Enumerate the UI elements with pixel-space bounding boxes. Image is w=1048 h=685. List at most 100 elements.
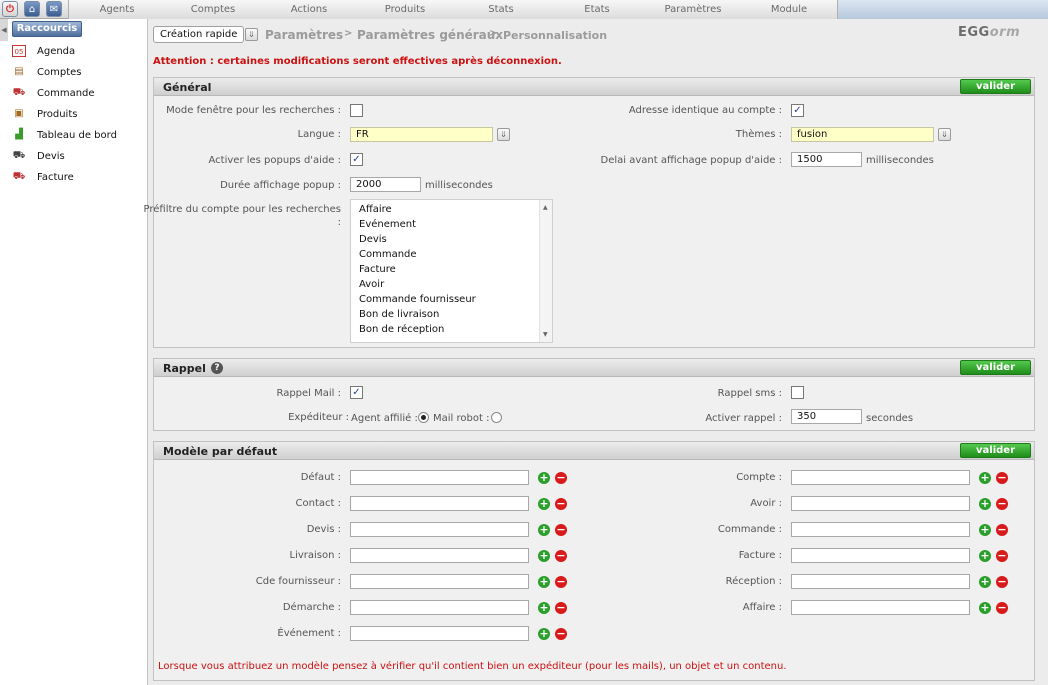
sidebar-item-comptes[interactable]: ▤ Comptes <box>12 63 81 81</box>
add-icon[interactable]: + <box>538 498 550 510</box>
sidebar-item-devis[interactable]: ⛟ Devis <box>12 147 65 165</box>
remove-icon[interactable]: − <box>996 550 1008 562</box>
activate-reminder-input[interactable]: 350 <box>791 409 862 424</box>
template-reception-field[interactable] <box>791 574 970 589</box>
help-icon[interactable]: ? <box>211 362 223 374</box>
template-affaire-field[interactable] <box>791 600 970 615</box>
menu-comptes[interactable]: Comptes <box>165 0 261 19</box>
list-item[interactable]: Bon de réception <box>359 324 444 335</box>
list-item[interactable]: Commande <box>359 249 417 260</box>
template-devis-field[interactable] <box>350 522 529 537</box>
list-item[interactable]: Avoir <box>359 279 384 290</box>
menu-actions[interactable]: Actions <box>261 0 357 19</box>
power-icon[interactable]: ⏻ <box>2 1 18 17</box>
remove-icon[interactable]: − <box>996 472 1008 484</box>
scroll-down-icon[interactable]: ▼ <box>543 331 548 338</box>
templates-validate-button[interactable]: valider <box>960 443 1031 458</box>
mail-icon[interactable]: ✉ <box>46 1 62 17</box>
menu-etats[interactable]: Etats <box>549 0 645 19</box>
menu-stats[interactable]: Stats <box>453 0 549 19</box>
template-defaut-field[interactable] <box>350 470 529 485</box>
scroll-up-icon[interactable]: ▲ <box>543 204 548 211</box>
sidebar-item-commande[interactable]: ⛟ Commande <box>12 84 95 102</box>
remove-icon[interactable]: − <box>555 550 567 562</box>
mail-reminder-checkbox[interactable]: ✓ <box>350 386 363 399</box>
template-demarche-field[interactable] <box>350 600 529 615</box>
language-select[interactable]: FR <box>350 127 493 142</box>
add-icon[interactable]: + <box>979 576 991 588</box>
home-icon[interactable]: ⌂ <box>24 1 40 17</box>
themes-select[interactable]: fusion <box>791 127 934 142</box>
robot-radio[interactable] <box>491 412 502 423</box>
template-cde-fournisseur-field[interactable] <box>350 574 529 589</box>
add-icon[interactable]: + <box>979 602 991 614</box>
remove-icon[interactable]: − <box>555 602 567 614</box>
template-facture-field[interactable] <box>791 548 970 563</box>
template-commande-field[interactable] <box>791 522 970 537</box>
add-icon[interactable]: + <box>538 602 550 614</box>
list-item[interactable]: Commande fournisseur <box>359 294 476 305</box>
search-window-checkbox[interactable] <box>350 104 363 117</box>
add-icon[interactable]: + <box>979 472 991 484</box>
add-icon[interactable]: + <box>538 472 550 484</box>
list-item[interactable]: Facture <box>359 264 396 275</box>
list-item[interactable]: Bon de livraison <box>359 309 439 320</box>
popup-delay-input[interactable]: 1500 <box>791 152 862 167</box>
sidebar-item-label: Facture <box>37 171 74 183</box>
remove-icon[interactable]: − <box>996 524 1008 536</box>
add-icon[interactable]: + <box>538 524 550 536</box>
sms-reminder-checkbox[interactable] <box>791 386 804 399</box>
mail-reminder-label: Rappel Mail : <box>276 388 341 399</box>
help-popups-checkbox[interactable]: ✓ <box>350 153 363 166</box>
remove-icon[interactable]: − <box>555 498 567 510</box>
menu-module[interactable]: Module <box>741 0 837 19</box>
breadcrumb-parametres[interactable]: Paramètres <box>265 28 343 42</box>
add-icon[interactable]: + <box>979 498 991 510</box>
menu-agents[interactable]: Agents <box>69 0 165 19</box>
menu-produits[interactable]: Produits <box>357 0 453 19</box>
same-address-checkbox[interactable]: ✓ <box>791 104 804 117</box>
list-item[interactable]: Affaire <box>359 204 392 215</box>
add-icon[interactable]: + <box>538 576 550 588</box>
add-icon[interactable]: + <box>979 550 991 562</box>
sidebar-item-facture[interactable]: ⛟ Facture <box>12 168 74 186</box>
template-facture-label: Facture : <box>738 550 782 561</box>
listbox-scrollbar[interactable]: ▲ ▼ <box>539 200 552 342</box>
prefilter-listbox[interactable]: Affaire Evénement Devis Commande Facture… <box>350 199 553 343</box>
remove-icon[interactable]: − <box>555 472 567 484</box>
main-menu: Agents Comptes Actions Produits Stats Et… <box>68 0 838 19</box>
language-dropdown-icon[interactable]: ⇓ <box>497 128 510 141</box>
themes-dropdown-icon[interactable]: ⇓ <box>938 128 951 141</box>
remove-icon[interactable]: − <box>555 524 567 536</box>
menu-parametres[interactable]: Paramètres <box>645 0 741 19</box>
general-panel: Général valider Mode fenêtre pour les re… <box>144 77 1035 348</box>
remove-icon[interactable]: − <box>555 576 567 588</box>
list-item[interactable]: Devis <box>359 234 387 245</box>
quick-create-button[interactable]: Création rapide <box>153 26 245 43</box>
sidebar-item-produits[interactable]: ▣ Produits <box>12 105 77 123</box>
sidebar-item-agenda[interactable]: 05 Agenda <box>12 42 75 60</box>
general-validate-button[interactable]: valider <box>960 79 1031 94</box>
breadcrumb-parametres-generaux[interactable]: Paramètres généraux <box>357 28 503 42</box>
sidebar-item-tableau-de-bord[interactable]: ▟ Tableau de bord <box>12 126 117 144</box>
sidebar-title[interactable]: Raccourcis <box>12 21 82 37</box>
quick-create-dropdown-icon[interactable]: ⇓ <box>245 28 258 41</box>
reminder-validate-button[interactable]: valider <box>960 360 1031 375</box>
remove-icon[interactable]: − <box>996 498 1008 510</box>
add-icon[interactable]: + <box>538 550 550 562</box>
popup-duration-input[interactable]: 2000 <box>350 177 421 192</box>
add-icon[interactable]: + <box>538 628 550 640</box>
template-contact-field[interactable] <box>350 496 529 511</box>
template-avoir-field[interactable] <box>791 496 970 511</box>
remove-icon[interactable]: − <box>996 576 1008 588</box>
template-compte-field[interactable] <box>791 470 970 485</box>
list-item[interactable]: Evénement <box>359 219 416 230</box>
sidebar-collapse-icon[interactable]: ◀ <box>0 19 8 41</box>
template-livraison-field[interactable] <box>350 548 529 563</box>
add-icon[interactable]: + <box>979 524 991 536</box>
template-evenement-field[interactable] <box>350 626 529 641</box>
template-evenement-label: Événement : <box>277 628 341 639</box>
remove-icon[interactable]: − <box>555 628 567 640</box>
remove-icon[interactable]: − <box>996 602 1008 614</box>
agent-radio[interactable] <box>418 412 429 423</box>
